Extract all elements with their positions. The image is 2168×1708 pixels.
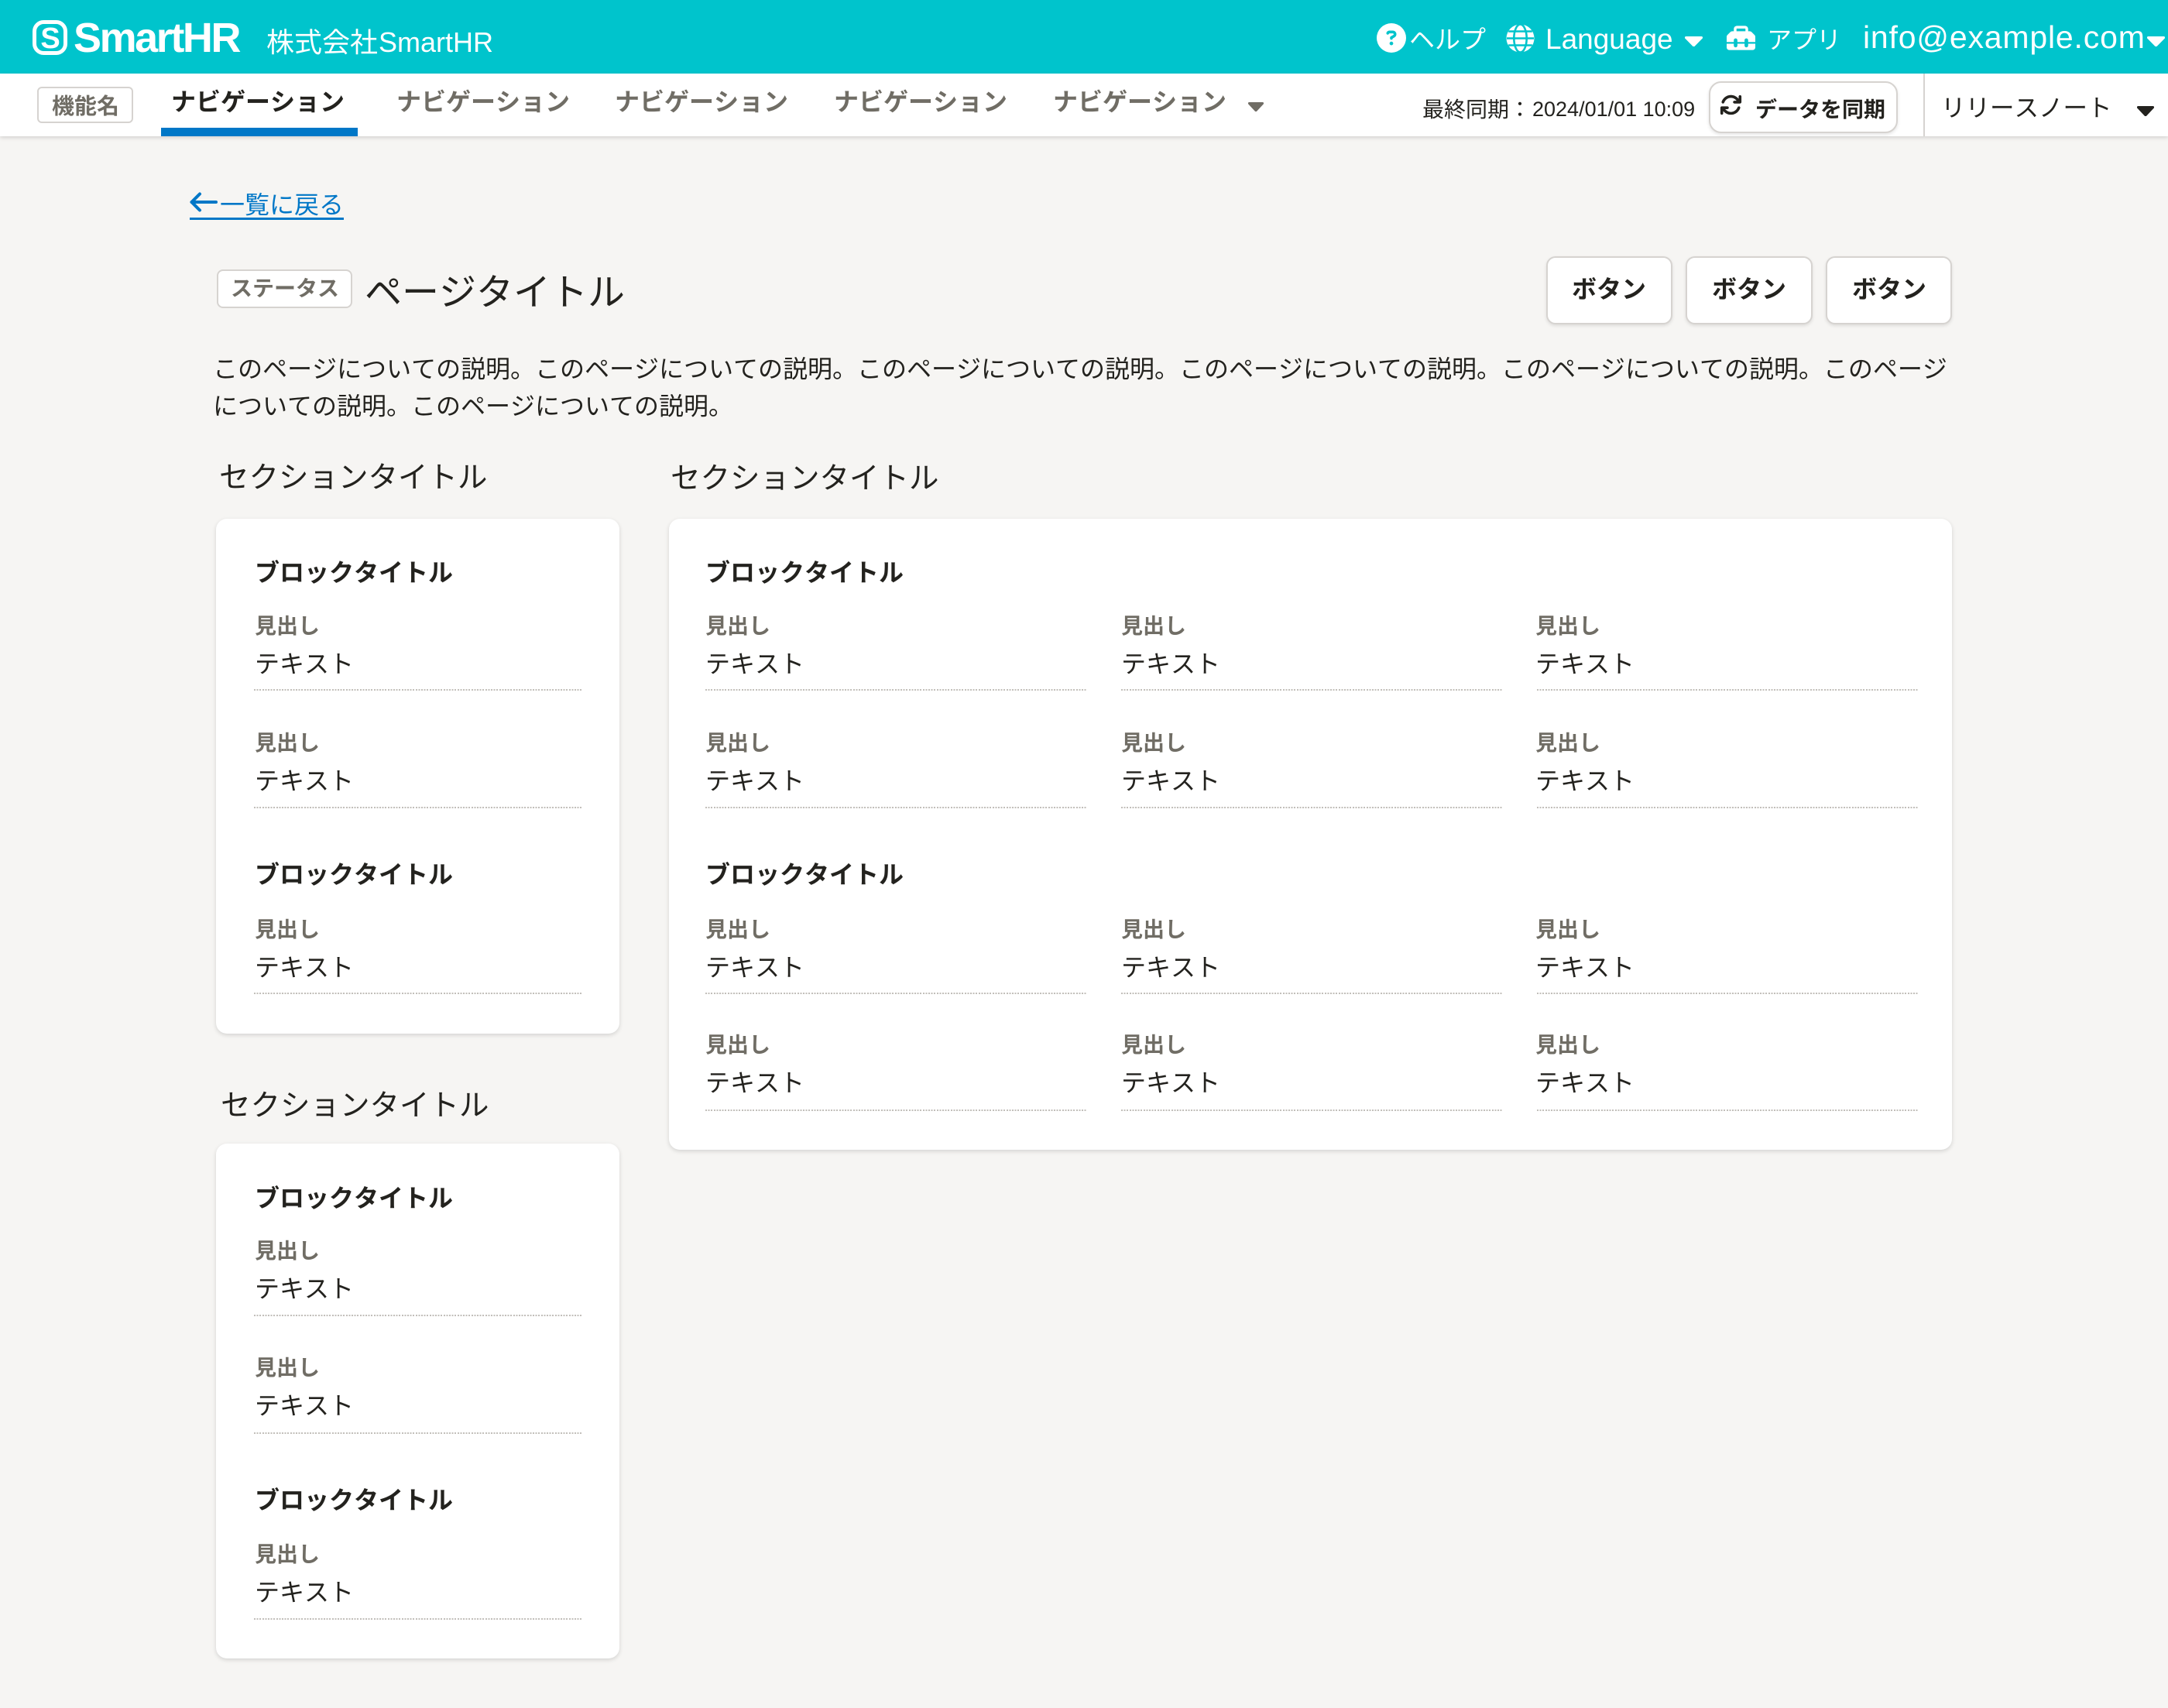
svg-text:S: S [40, 22, 60, 55]
